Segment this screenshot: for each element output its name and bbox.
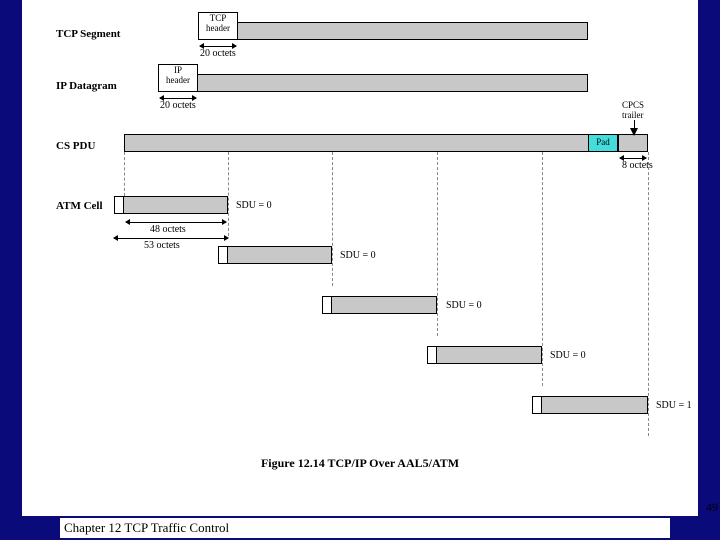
atm-48-label: 48 octets [150,224,186,235]
dash-4a [437,152,438,336]
cs-trailer-bar [618,134,648,152]
atm-53-dim [114,238,228,239]
page-number: 49 [706,500,718,515]
tcp-segment-label: TCP Segment [56,28,120,40]
atm-cell-5-sdu: SDU = 1 [656,400,692,411]
atm-cell-1-sdu: SDU = 0 [236,200,272,211]
dash-5a [542,152,543,386]
tcp-header-size: 20 octets [200,48,236,59]
ip-header-box: IP header [158,64,198,92]
cs-pdu-bar [124,134,618,152]
atm-cell-2-header [218,246,228,264]
atm-53-label: 53 octets [144,240,180,251]
slide: TCP Segment IP Datagram CS PDU ATM Cell … [22,0,698,516]
ip-datagram-label: IP Datagram [56,80,117,92]
atm-cell-1 [114,196,228,214]
cs-pdu-label: CS PDU [56,140,95,152]
atm-cell-2 [218,246,332,264]
atm-cell-5-header [532,396,542,414]
atm-cell-4-header [427,346,437,364]
figure-caption: Figure 12.14 TCP/IP Over AAL5/ATM [22,456,698,471]
trailer-pointer-arrow [630,128,638,136]
atm-cell-4-sdu: SDU = 0 [550,350,586,361]
atm-cell-label: ATM Cell [56,200,103,212]
dash-1a [124,152,125,196]
atm-cell-3-sdu: SDU = 0 [446,300,482,311]
ip-payload-bar [158,74,588,92]
encapsulation-diagram: TCP Segment IP Datagram CS PDU ATM Cell … [22,0,698,490]
atm-cell-2-sdu: SDU = 0 [340,250,376,261]
atm-cell-1-header [114,196,124,214]
atm-cell-4 [427,346,542,364]
atm-cell-3-header [322,296,332,314]
cs-trailer-label: CPCS trailer [622,100,644,120]
atm-cell-5 [532,396,648,414]
ip-header-dim [160,98,196,99]
cs-pad-box: Pad [588,134,618,152]
slide-footer: Chapter 12 TCP Traffic Control [60,518,670,538]
tcp-header-dim [200,46,236,47]
dash-3a [332,152,333,286]
tcp-payload-bar [198,22,588,40]
tcp-header-box: TCP header [198,12,238,40]
cs-trailer-dim [620,158,646,159]
dash-6a [648,152,649,436]
dash-2a [228,152,229,236]
atm-cell-3 [322,296,437,314]
ip-header-size: 20 octets [160,100,196,111]
atm-48-dim [126,222,226,223]
